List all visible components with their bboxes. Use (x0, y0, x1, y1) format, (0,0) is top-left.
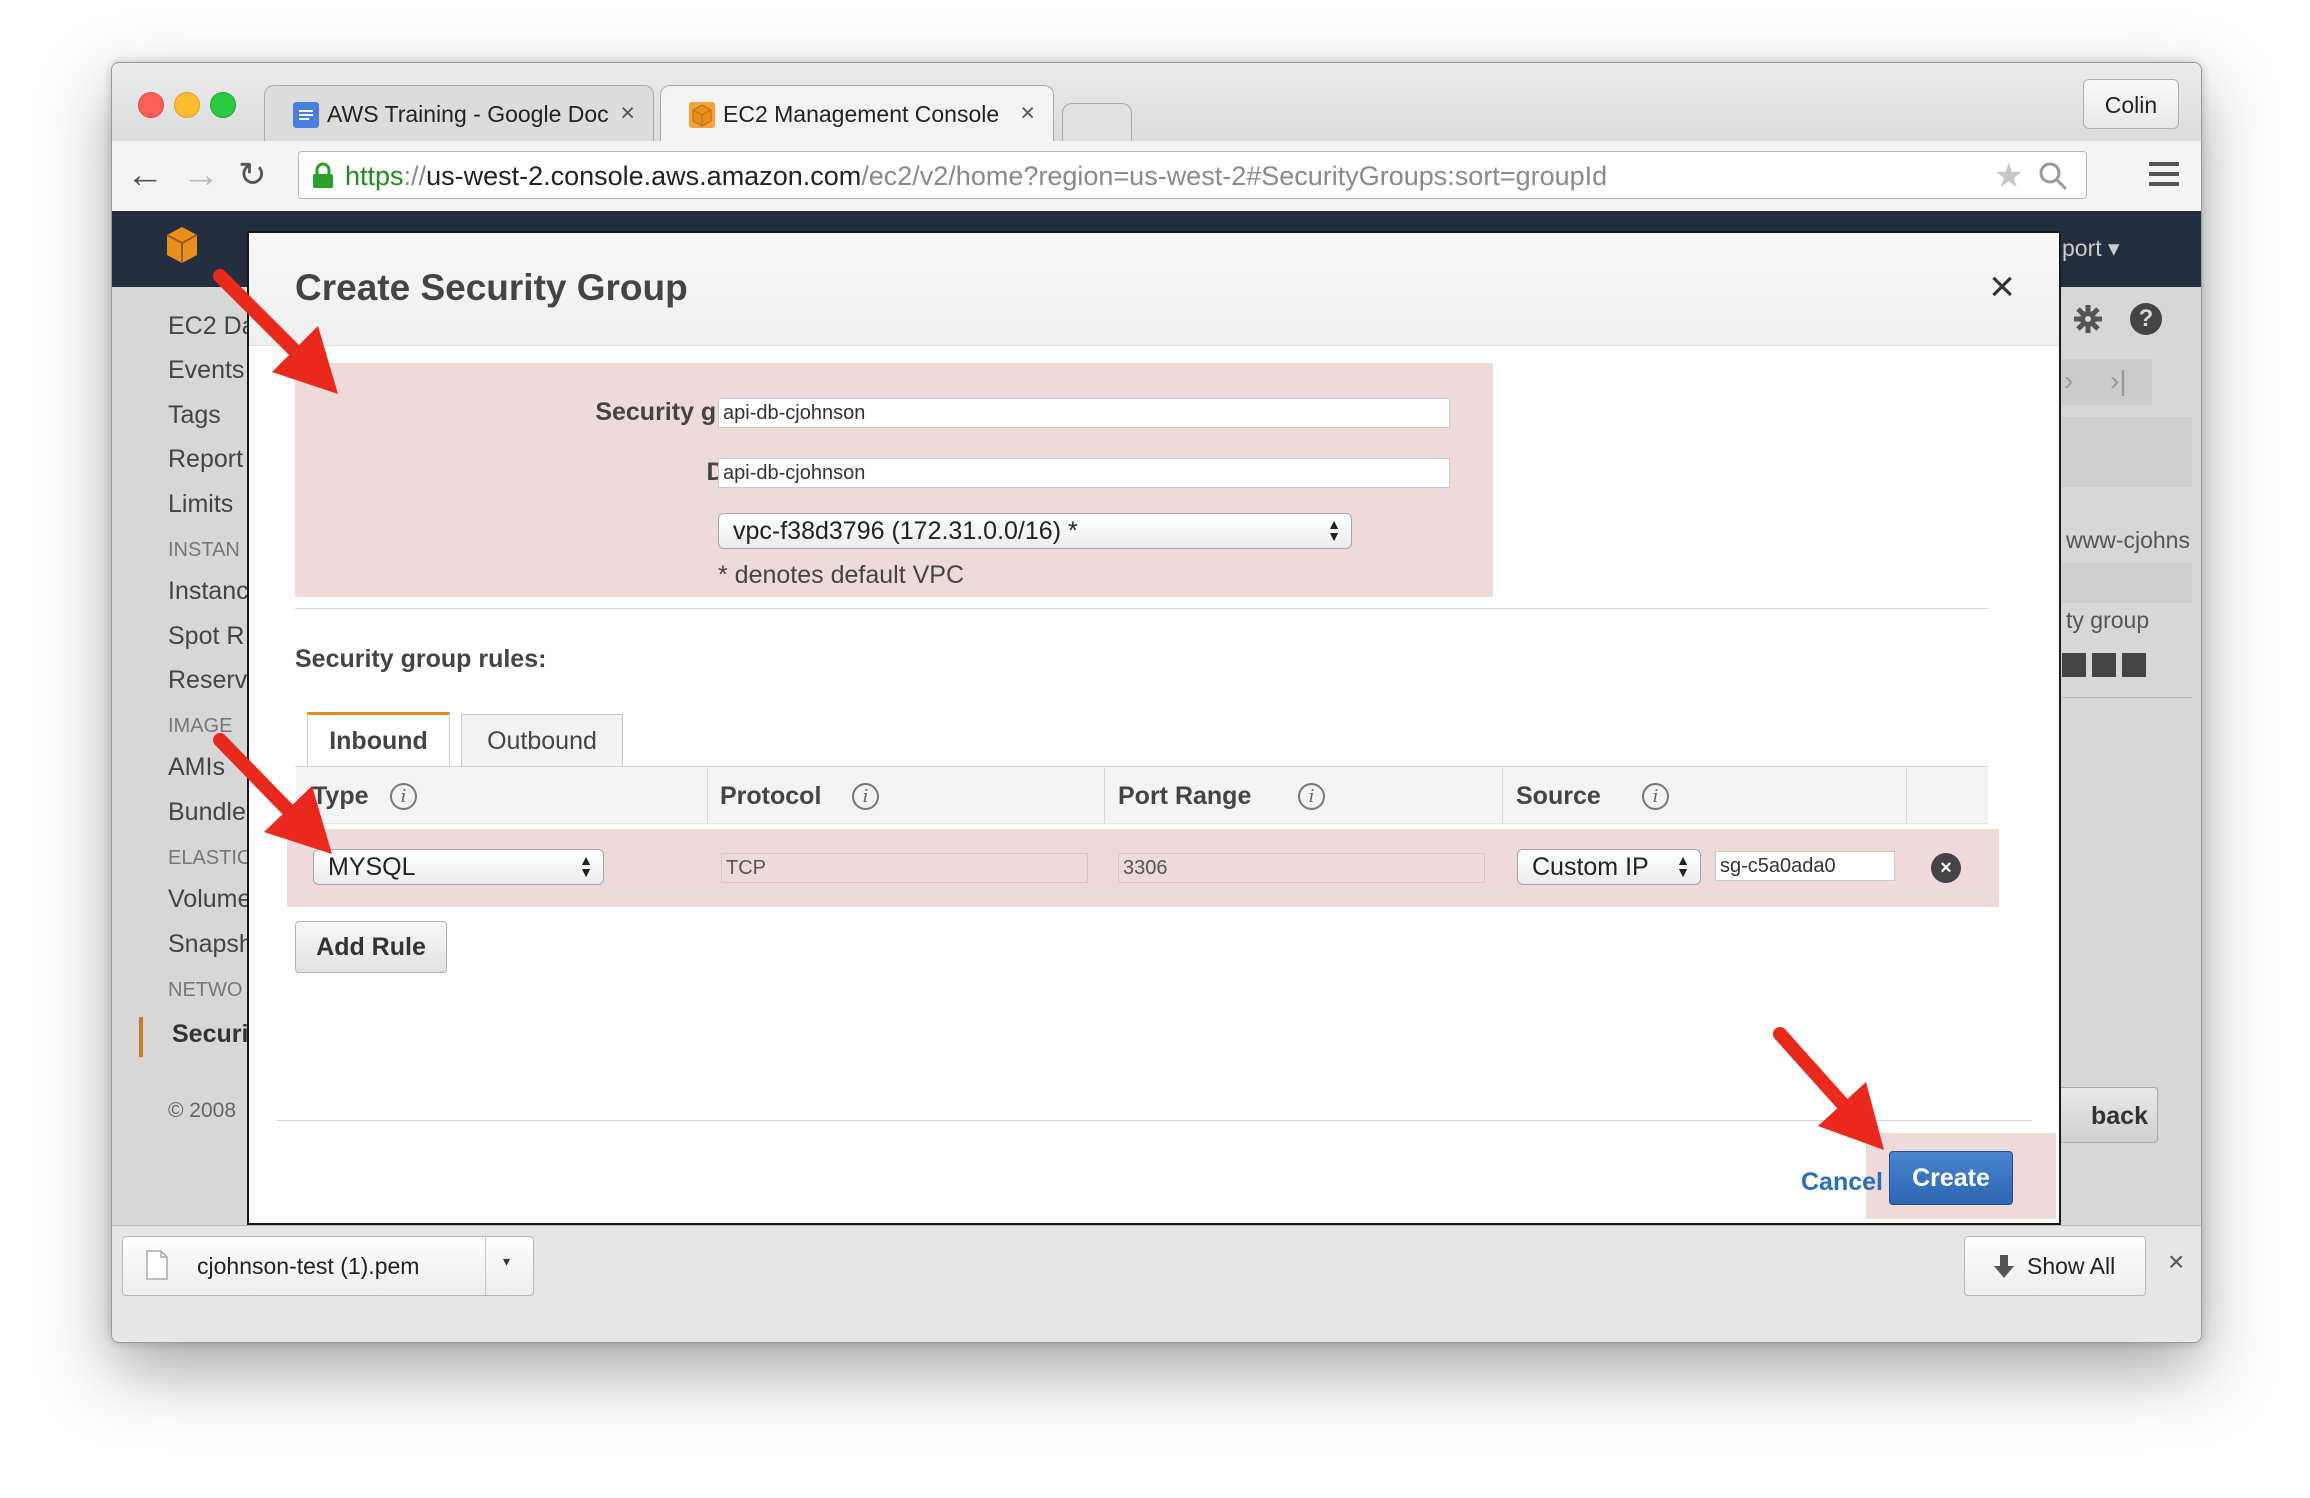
annotation-arrows (213, 269, 1884, 1150)
annotation-arrow-create (1773, 1027, 1884, 1150)
annotation-arrow-type (213, 733, 332, 854)
annotation-arrow-fields (213, 269, 338, 394)
